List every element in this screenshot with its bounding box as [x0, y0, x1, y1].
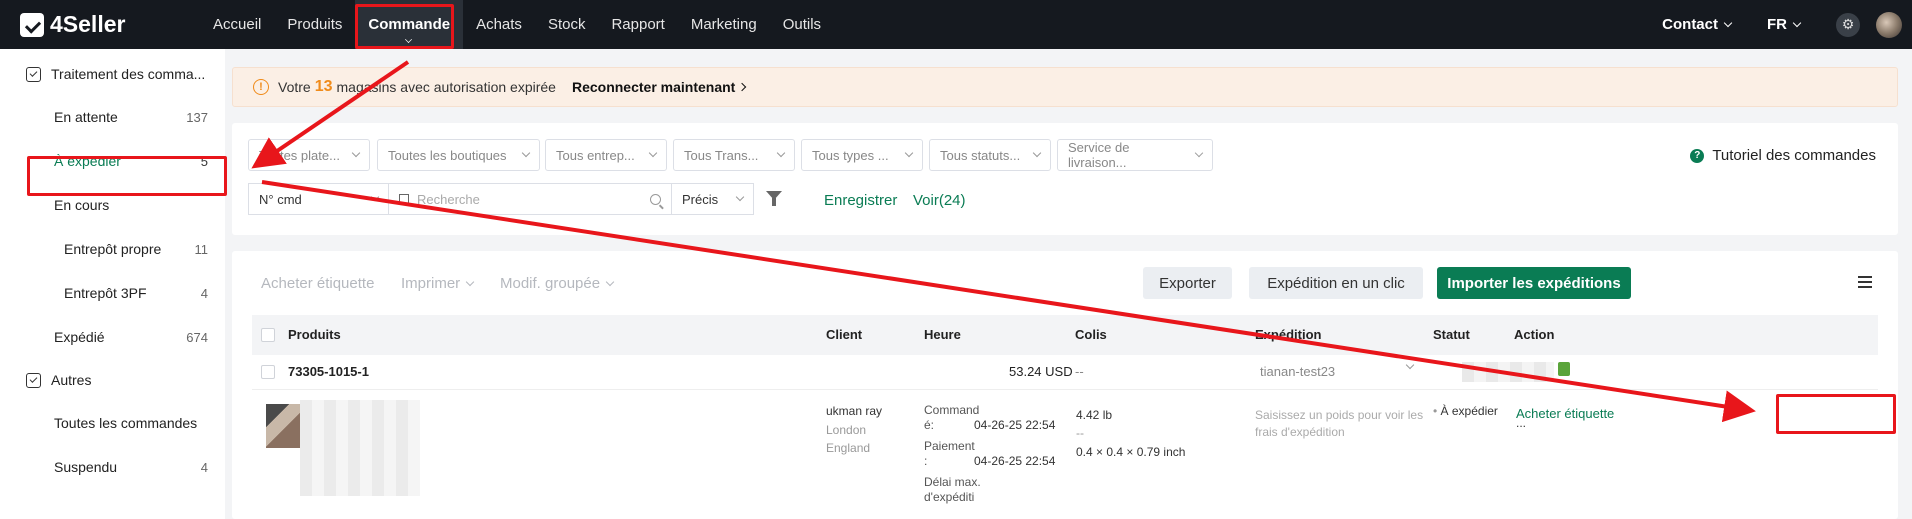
annotation-arrows [251, 60, 1756, 423]
arrow-to-a-expedier [251, 60, 410, 169]
arrow-to-acheter-etiquette [261, 180, 1756, 423]
